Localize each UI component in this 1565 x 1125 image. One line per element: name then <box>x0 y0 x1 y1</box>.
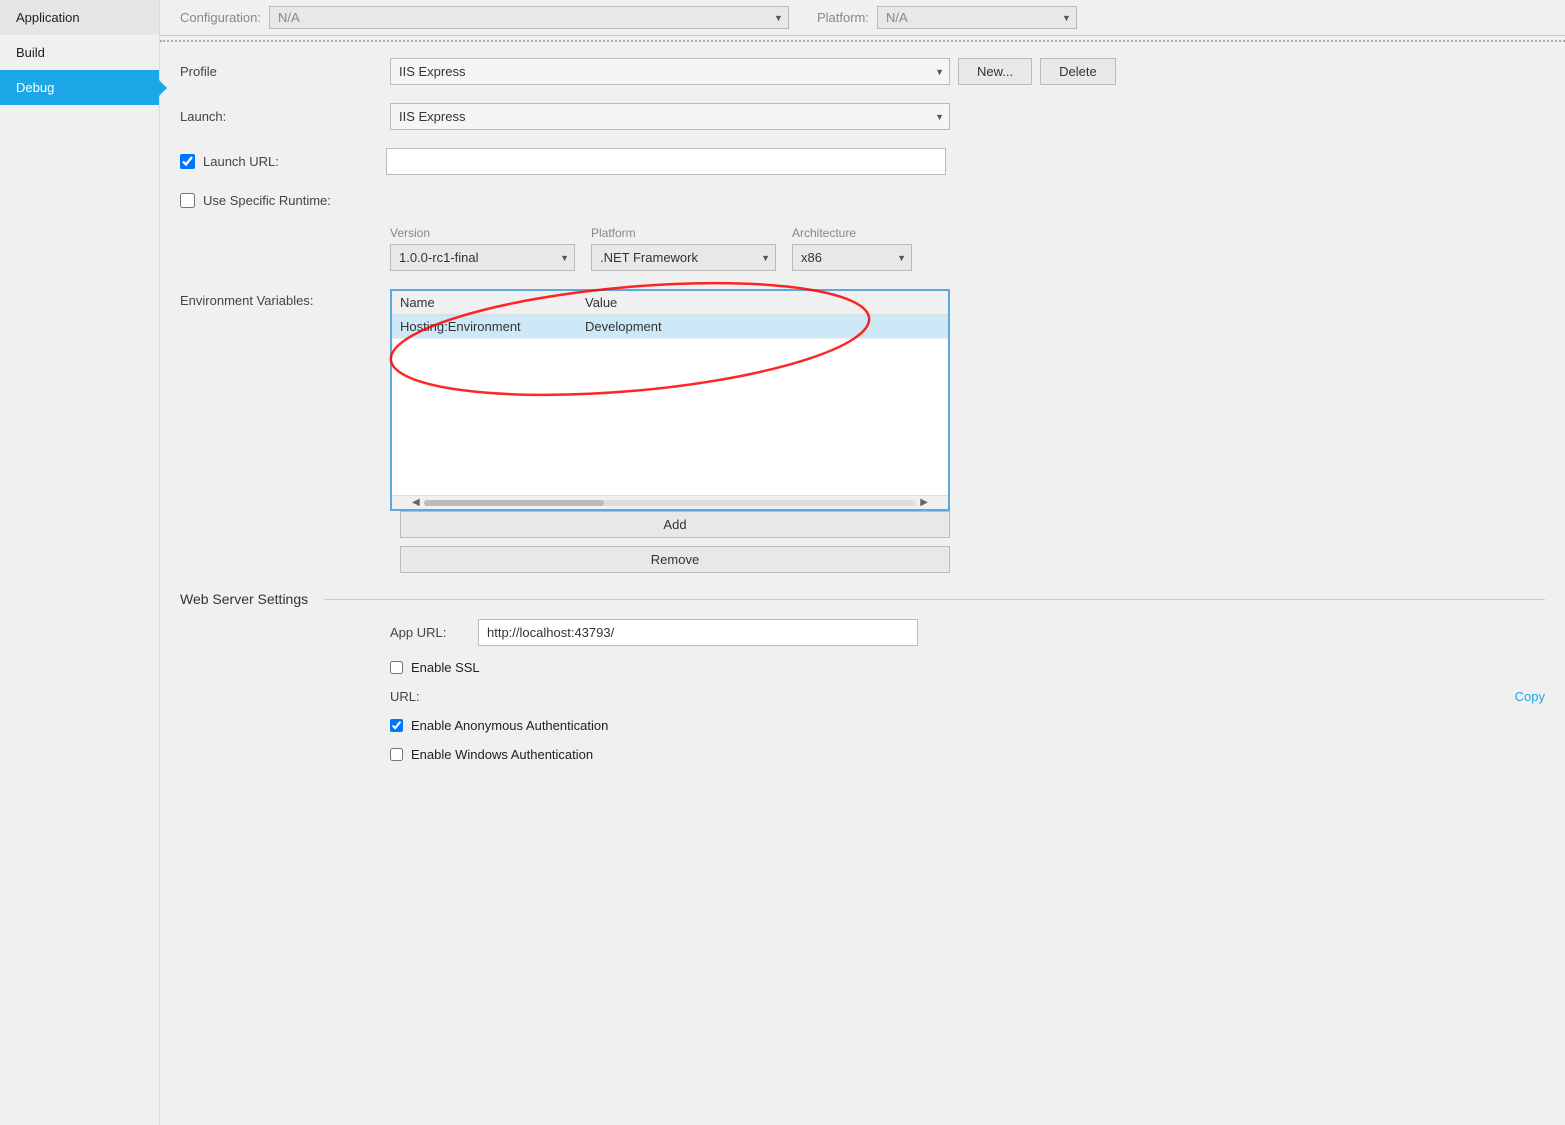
env-var-scrollthumb <box>424 500 604 506</box>
remove-button[interactable]: Remove <box>400 546 950 573</box>
use-specific-runtime-checkbox[interactable] <box>180 193 195 208</box>
configuration-select-wrapper: N/A <box>269 6 789 29</box>
version-select[interactable]: 1.0.0-rc1-final <box>390 244 575 271</box>
delete-button[interactable]: Delete <box>1040 58 1116 85</box>
enable-windows-auth-row: Enable Windows Authentication <box>390 747 1545 762</box>
env-var-scrollbar[interactable]: ◀ ▶ <box>392 495 948 509</box>
architecture-label: Architecture <box>792 226 912 240</box>
new-button[interactable]: New... <box>958 58 1032 85</box>
platform-label: Platform: <box>817 10 869 25</box>
app-url-input[interactable] <box>478 619 918 646</box>
launch-url-row: Launch URL: <box>180 148 1545 175</box>
version-col-label: Version <box>390 226 575 240</box>
env-var-value-cell: Development <box>585 319 662 334</box>
enable-windows-auth-checkbox[interactable] <box>390 748 403 761</box>
env-var-row: Environment Variables: Name Value <box>180 289 1545 573</box>
content-area: Profile IIS Express New... Delete Launch… <box>160 40 1565 792</box>
app-url-row: App URL: <box>390 619 1545 646</box>
runtime-row: Version 1.0.0-rc1-final Platform .NET Fr… <box>390 226 1545 271</box>
web-server-section: Web Server Settings App URL: Enable SSL … <box>180 591 1545 762</box>
configuration-label: Configuration: <box>180 10 261 25</box>
enable-anonymous-auth-row: Enable Anonymous Authentication <box>390 718 1545 733</box>
env-var-scrolltrack <box>424 500 917 506</box>
platform-select-wrapper: N/A <box>877 6 1077 29</box>
enable-ssl-checkbox[interactable] <box>390 661 403 674</box>
platform-col: Platform .NET Framework <box>591 226 776 271</box>
sidebar-item-application[interactable]: Application <box>0 0 159 35</box>
sidebar: Application Build Debug <box>0 0 160 1125</box>
app-url-label: App URL: <box>390 625 470 640</box>
add-button[interactable]: Add <box>400 511 950 538</box>
env-var-value-header: Value <box>585 295 617 310</box>
scroll-right-arrow[interactable]: ▶ <box>916 497 932 508</box>
launch-select[interactable]: IIS Express <box>390 103 950 130</box>
sidebar-item-build[interactable]: Build <box>0 35 159 70</box>
env-var-name-header: Name <box>400 295 585 310</box>
version-select-wrapper: 1.0.0-rc1-final <box>390 244 575 271</box>
enable-ssl-label: Enable SSL <box>411 660 480 675</box>
use-specific-runtime-row: Use Specific Runtime: <box>180 193 1545 208</box>
url-label: URL: <box>390 689 470 704</box>
launch-select-wrapper: IIS Express <box>390 103 950 130</box>
env-var-table: Name Value Hosting:Environment Developme… <box>390 289 950 511</box>
profile-label: Profile <box>180 64 390 79</box>
top-bar: Configuration: N/A Platform: N/A <box>160 0 1565 36</box>
app-container: Application Build Debug Configuration: N… <box>0 0 1565 1125</box>
profile-select[interactable]: IIS Express <box>390 58 950 85</box>
launch-url-checkbox[interactable] <box>180 154 195 169</box>
use-specific-runtime-label: Use Specific Runtime: <box>203 193 331 208</box>
profile-select-wrapper: IIS Express <box>390 58 950 85</box>
copy-link[interactable]: Copy <box>1515 689 1545 704</box>
architecture-col: Architecture x86 <box>792 226 912 271</box>
url-row: URL: Copy <box>390 689 1545 704</box>
enable-ssl-row: Enable SSL <box>390 660 1545 675</box>
main-content: Configuration: N/A Platform: N/A Profile <box>160 0 1565 1125</box>
launch-row: Launch: IIS Express <box>180 103 1545 130</box>
version-col: Version 1.0.0-rc1-final <box>390 226 575 271</box>
env-var-header: Name Value <box>392 291 948 315</box>
enable-anonymous-auth-checkbox[interactable] <box>390 719 403 732</box>
launch-url-input[interactable] <box>386 148 946 175</box>
enable-windows-auth-label: Enable Windows Authentication <box>411 747 593 762</box>
launch-url-label: Launch URL: <box>203 154 378 169</box>
env-var-name-cell: Hosting:Environment <box>400 319 585 334</box>
section-divider <box>324 599 1545 600</box>
platform-col-select[interactable]: .NET Framework <box>591 244 776 271</box>
platform-col-select-wrapper: .NET Framework <box>591 244 776 271</box>
table-row[interactable]: Hosting:Environment Development <box>392 315 948 339</box>
env-var-wrapper: Name Value Hosting:Environment Developme… <box>390 289 950 573</box>
enable-anonymous-auth-label: Enable Anonymous Authentication <box>411 718 608 733</box>
env-var-label: Environment Variables: <box>180 289 390 308</box>
scroll-left-arrow[interactable]: ◀ <box>408 497 424 508</box>
web-server-heading: Web Server Settings <box>180 591 1545 607</box>
architecture-select-wrapper: x86 <box>792 244 912 271</box>
configuration-select[interactable]: N/A <box>269 6 789 29</box>
launch-control-group: IIS Express <box>390 103 1545 130</box>
platform-col-label: Platform <box>591 226 776 240</box>
architecture-select[interactable]: x86 <box>792 244 912 271</box>
launch-label: Launch: <box>180 109 390 124</box>
sidebar-item-debug[interactable]: Debug <box>0 70 159 105</box>
env-var-body: Hosting:Environment Development <box>392 315 948 495</box>
profile-row: Profile IIS Express New... Delete <box>180 58 1545 85</box>
profile-control-group: IIS Express New... Delete <box>390 58 1545 85</box>
env-var-actions: Add Remove <box>400 511 950 573</box>
platform-select[interactable]: N/A <box>877 6 1077 29</box>
